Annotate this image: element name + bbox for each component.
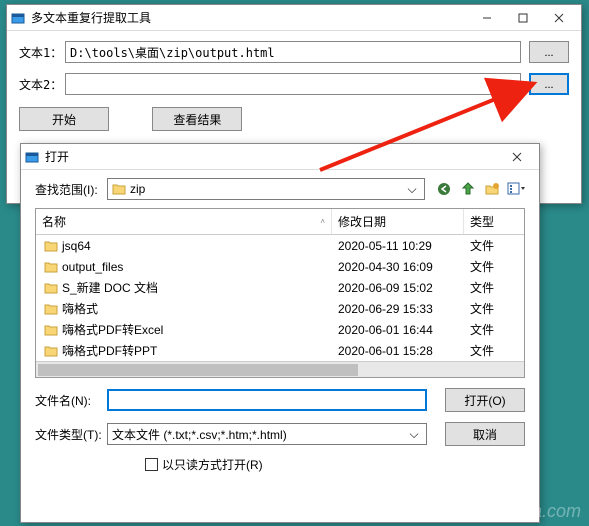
app-icon <box>11 11 25 25</box>
file-list-pane: 名称˄ 修改日期 类型 jsq642020-05-11 10:29文件outpu… <box>35 208 525 378</box>
file-name: output_files <box>62 260 123 274</box>
file-type: 文件 <box>464 342 524 359</box>
up-icon[interactable] <box>459 180 477 198</box>
file-date: 2020-05-11 10:29 <box>332 239 464 253</box>
folder-icon <box>112 183 126 195</box>
maximize-button[interactable] <box>505 7 541 29</box>
file2-label: 文本2： <box>19 76 65 93</box>
file-type: 文件 <box>464 279 524 296</box>
back-icon[interactable] <box>435 180 453 198</box>
look-in-value: zip <box>130 182 404 196</box>
file2-input[interactable] <box>65 73 521 95</box>
file-name: 嗨格式 <box>62 300 98 317</box>
filetype-label: 文件类型(T): <box>35 426 107 443</box>
file-list-header: 名称˄ 修改日期 类型 <box>36 209 524 235</box>
scrollbar-thumb[interactable] <box>38 364 358 376</box>
file-name: jsq64 <box>62 239 91 253</box>
file-name: S_新建 DOC 文档 <box>62 279 158 296</box>
chevron-down-icon: ⌵ <box>406 427 422 442</box>
look-in-label: 查找范围(I): <box>35 181 107 198</box>
filename-label: 文件名(N): <box>35 392 107 409</box>
folder-icon <box>44 261 58 273</box>
close-button[interactable] <box>541 7 577 29</box>
watermark-logo: 下载吧 <box>489 452 535 498</box>
main-titlebar: 多文本重复行提取工具 <box>7 5 581 31</box>
folder-icon <box>44 345 58 357</box>
filetype-combo[interactable]: 文本文件 (*.txt;*.csv;*.htm;*.html) ⌵ <box>107 423 427 445</box>
watermark-text: www.xiazaiba.com <box>433 501 581 522</box>
file-date: 2020-06-01 16:44 <box>332 323 464 337</box>
main-title: 多文本重复行提取工具 <box>31 9 469 26</box>
file-row[interactable]: S_新建 DOC 文档 2020-06-09 15:02文件 <box>36 277 524 298</box>
cancel-button[interactable]: 取消 <box>445 422 525 446</box>
file1-label: 文本1： <box>19 44 65 61</box>
dialog-window-controls <box>499 146 535 168</box>
file-type: 文件 <box>464 321 524 338</box>
open-button[interactable]: 打开(O) <box>445 388 525 412</box>
look-in-combo[interactable]: zip ⌵ <box>107 178 425 200</box>
open-dialog: 打开 查找范围(I): zip ⌵ 名称˄ 修改日期 类型 <box>20 143 540 523</box>
col-date[interactable]: 修改日期 <box>332 209 464 234</box>
col-type[interactable]: 类型 <box>464 209 524 234</box>
file-date: 2020-06-01 15:28 <box>332 344 464 358</box>
folder-icon <box>44 303 58 315</box>
dialog-close-button[interactable] <box>499 146 535 168</box>
dialog-icon <box>25 150 39 164</box>
horizontal-scrollbar[interactable] <box>36 361 524 377</box>
file-list[interactable]: jsq642020-05-11 10:29文件output_files2020-… <box>36 235 524 361</box>
start-button[interactable]: 开始 <box>19 107 109 131</box>
folder-icon <box>44 282 58 294</box>
file-date: 2020-06-29 15:33 <box>332 302 464 316</box>
file-type: 文件 <box>464 300 524 317</box>
col-name[interactable]: 名称˄ <box>36 209 332 234</box>
readonly-label: 以只读方式打开(R) <box>162 456 263 473</box>
view-result-button[interactable]: 查看结果 <box>152 107 242 131</box>
file-name: 嗨格式PDF转PPT <box>62 342 157 359</box>
folder-icon <box>44 240 58 252</box>
folder-icon <box>44 324 58 336</box>
file-date: 2020-04-30 16:09 <box>332 260 464 274</box>
filename-input[interactable] <box>107 389 427 411</box>
file-name: 嗨格式PDF转Excel <box>62 321 163 338</box>
file1-browse-button[interactable]: ... <box>529 41 569 63</box>
new-folder-icon[interactable] <box>483 180 501 198</box>
dialog-title: 打开 <box>45 148 499 165</box>
chevron-down-icon: ⌵ <box>404 182 420 197</box>
file1-input[interactable] <box>65 41 521 63</box>
dialog-titlebar: 打开 <box>21 144 539 170</box>
readonly-checkbox[interactable] <box>145 458 158 471</box>
file-row[interactable]: 嗨格式 2020-06-29 15:33文件 <box>36 298 524 319</box>
view-menu-icon[interactable] <box>507 180 525 198</box>
file2-browse-button[interactable]: ... <box>529 73 569 95</box>
sort-indicator-icon: ˄ <box>320 217 325 226</box>
file-type: 文件 <box>464 237 524 254</box>
file-row[interactable]: output_files 2020-04-30 16:09文件 <box>36 256 524 277</box>
file-date: 2020-06-09 15:02 <box>332 281 464 295</box>
file-row[interactable]: jsq64 2020-05-11 10:29文件 <box>36 235 524 256</box>
file-row[interactable]: 嗨格式PDF转PPT 2020-06-01 15:28文件 <box>36 340 524 361</box>
file-type: 文件 <box>464 258 524 275</box>
minimize-button[interactable] <box>469 7 505 29</box>
filetype-value: 文本文件 (*.txt;*.csv;*.htm;*.html) <box>112 426 406 443</box>
window-controls <box>469 7 577 29</box>
file-row[interactable]: 嗨格式PDF转Excel 2020-06-01 16:44文件 <box>36 319 524 340</box>
